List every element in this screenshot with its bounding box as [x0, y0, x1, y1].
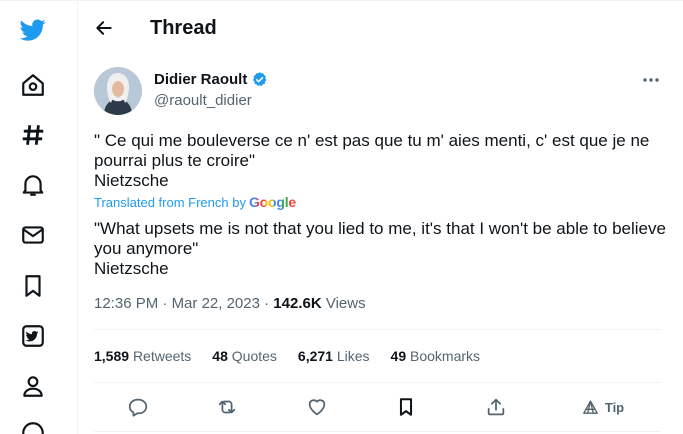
- author-name[interactable]: Didier Raoult: [154, 71, 268, 88]
- stat-quotes[interactable]: 48 Quotes: [212, 348, 277, 364]
- meta-separator: ·: [264, 295, 274, 312]
- tip-icon: [582, 399, 598, 414]
- tweet-translated-text: "What upsets me is not that you lied to …: [94, 219, 666, 278]
- stat-count: 48: [212, 348, 228, 364]
- profile-icon[interactable]: [18, 371, 48, 401]
- tweet-original-text: " Ce qui me bouleverse ce n' est pas que…: [94, 131, 650, 190]
- more-circle-icon[interactable]: [18, 418, 48, 434]
- stat-bookmarks[interactable]: 49 Bookmarks: [391, 348, 481, 364]
- stat-label: Likes: [336, 348, 370, 364]
- explore-hashtag-icon[interactable]: [18, 120, 48, 150]
- bookmarks-icon[interactable]: [18, 271, 48, 301]
- tip-label: Tip: [604, 399, 625, 415]
- thread-header: Thread: [78, 0, 678, 58]
- twitter-blue-icon[interactable]: [18, 321, 48, 351]
- verified-badge-icon: [253, 72, 267, 87]
- tweet-time[interactable]: 12:36 PM: [94, 295, 158, 312]
- engagement-stats: 1,589 Retweets 48 Quotes 6,271 Likes 49 …: [94, 348, 501, 364]
- tweet-meta: 12:36 PM · Mar 22, 2023 · 142.6K Views: [94, 295, 366, 312]
- meta-separator: ·: [162, 295, 172, 312]
- divider: [94, 329, 660, 330]
- notifications-bell-icon[interactable]: [18, 170, 48, 200]
- divider: [94, 431, 660, 432]
- stat-count: 6,271: [297, 348, 333, 364]
- reply-icon[interactable]: [127, 392, 149, 422]
- google-wordmark: Google: [248, 194, 296, 210]
- stat-count: 1,589: [94, 348, 130, 364]
- like-heart-icon[interactable]: [306, 392, 328, 422]
- bookmark-icon[interactable]: [395, 392, 417, 422]
- stat-label: Retweets: [132, 348, 192, 364]
- stat-retweets[interactable]: 1,589 Retweets: [94, 348, 191, 364]
- stat-likes[interactable]: 6,271 Likes: [298, 348, 370, 364]
- avatar[interactable]: [94, 67, 142, 115]
- views-count: 142.6K: [273, 295, 322, 312]
- page-title: Thread: [150, 17, 217, 39]
- translation-notice[interactable]: Translated from French by Google: [94, 194, 296, 210]
- author-handle[interactable]: @raoult_didier: [154, 92, 252, 109]
- share-icon[interactable]: [485, 392, 507, 422]
- tweet-action-bar: Tip: [94, 392, 660, 422]
- home-icon[interactable]: [18, 70, 48, 100]
- google-logo: Google: [249, 194, 296, 210]
- stat-label: Bookmarks: [410, 348, 481, 364]
- divider: [94, 382, 660, 383]
- more-options-icon[interactable]: [640, 72, 662, 88]
- tip-button[interactable]: Tip: [580, 392, 626, 422]
- stat-count: 49: [390, 348, 407, 364]
- tweet-date[interactable]: Mar 22, 2023: [172, 295, 260, 312]
- twitter-logo-icon[interactable]: [18, 15, 48, 45]
- left-nav-rail: [0, 0, 78, 434]
- stat-label: Quotes: [231, 348, 277, 364]
- author-name-text: Didier Raoult: [154, 71, 248, 88]
- retweet-icon[interactable]: [216, 392, 238, 422]
- translated-label: Translated from French by: [94, 194, 246, 210]
- back-arrow-icon[interactable]: [92, 16, 116, 40]
- messages-mail-icon[interactable]: [18, 220, 48, 250]
- views-label: Views: [325, 295, 366, 312]
